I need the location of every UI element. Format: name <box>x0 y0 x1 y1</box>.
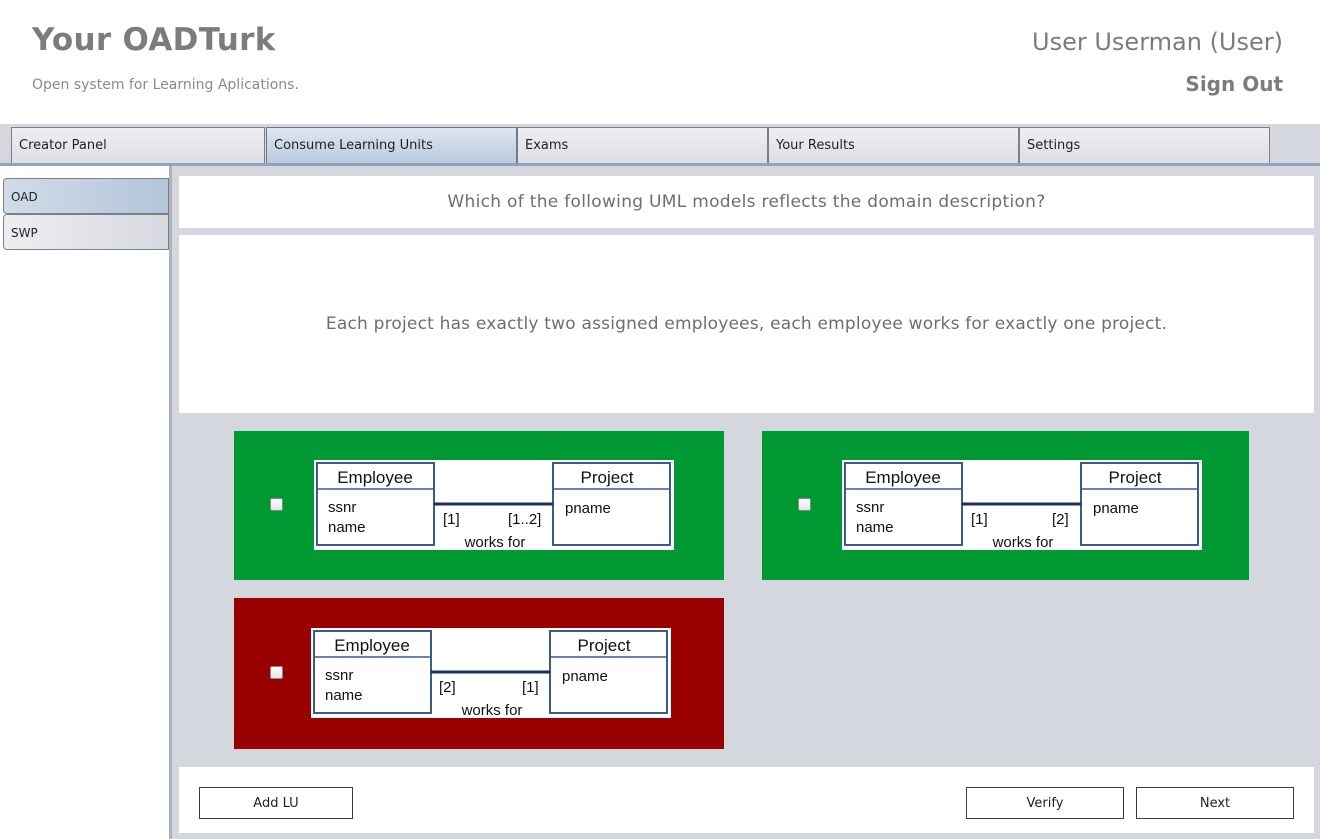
domain-description: Each project has exactly two assigned em… <box>179 235 1314 413</box>
uml-association-label: works for <box>461 702 523 718</box>
uml-class-b-name: Project <box>578 636 631 655</box>
verify-button[interactable]: Verify <box>966 787 1124 819</box>
uml-diagram-1: Employee ssnr name Project pname [1] [1.… <box>314 460 674 550</box>
uml-class-a-name: Employee <box>337 468 413 487</box>
uml-class-a-attr2: name <box>856 519 894 536</box>
tab-bar: Creator Panel Consume Learning Units Exa… <box>0 124 1320 166</box>
answer-option-2: Employee ssnr name Project pname [1] [2]… <box>762 431 1249 580</box>
uml-class-a-attr2: name <box>325 687 363 704</box>
tab-your-results[interactable]: Your Results <box>768 127 1019 164</box>
uml-diagram-2: Employee ssnr name Project pname [1] [2]… <box>842 460 1202 550</box>
uml-multiplicity-left: [1] <box>971 511 988 528</box>
uml-multiplicity-right: [1..2] <box>508 511 541 528</box>
question-prompt: Which of the following UML models reflec… <box>179 176 1314 228</box>
uml-association-label: works for <box>464 534 526 550</box>
uml-class-b-attr1: pname <box>562 668 608 685</box>
tab-exams[interactable]: Exams <box>517 127 768 164</box>
uml-multiplicity-right: [1] <box>522 679 539 696</box>
uml-association-label: works for <box>992 534 1054 550</box>
sidebar-item-oad[interactable]: OAD <box>3 178 169 214</box>
uml-class-b-name: Project <box>1109 468 1162 487</box>
uml-class-a-attr1: ssnr <box>328 499 356 516</box>
app-header: Your OADTurk Open system for Learning Ap… <box>0 0 1320 124</box>
app-subtitle: Open system for Learning Aplications. <box>32 77 299 93</box>
tab-creator-panel[interactable]: Creator Panel <box>11 127 265 164</box>
tab-settings[interactable]: Settings <box>1019 127 1270 164</box>
answer-option-3: Employee ssnr name Project pname [2] [1]… <box>234 598 724 749</box>
answer-checkbox-3[interactable] <box>270 666 283 679</box>
sign-out-link[interactable]: Sign Out <box>1185 72 1283 96</box>
action-bar: Add LU Verify Next <box>179 767 1314 833</box>
uml-class-a-attr1: ssnr <box>325 667 353 684</box>
uml-class-b-name: Project <box>581 468 634 487</box>
user-name: User Userman (User) <box>1032 28 1283 56</box>
uml-multiplicity-left: [2] <box>439 679 456 696</box>
uml-class-a-attr2: name <box>328 519 366 536</box>
tab-consume-learning-units[interactable]: Consume Learning Units <box>266 127 517 164</box>
uml-class-a-attr1: ssnr <box>856 499 884 516</box>
next-button[interactable]: Next <box>1136 787 1294 819</box>
add-lu-button[interactable]: Add LU <box>199 787 353 819</box>
answer-checkbox-1[interactable] <box>270 498 283 511</box>
uml-class-b-attr1: pname <box>565 500 611 517</box>
uml-class-a-name: Employee <box>334 636 410 655</box>
sidebar-item-swp[interactable]: SWP <box>3 214 169 250</box>
answer-option-1: Employee ssnr name Project pname [1] [1.… <box>234 431 724 580</box>
uml-class-a-name: Employee <box>865 468 941 487</box>
uml-class-b-attr1: pname <box>1093 500 1139 517</box>
sidebar: OAD SWP <box>0 166 172 839</box>
uml-multiplicity-right: [2] <box>1052 511 1069 528</box>
uml-diagram-3: Employee ssnr name Project pname [2] [1]… <box>311 628 671 718</box>
app-title: Your OADTurk <box>32 22 276 58</box>
main-panel: Which of the following UML models reflec… <box>172 166 1320 839</box>
uml-multiplicity-left: [1] <box>443 511 460 528</box>
answer-checkbox-2[interactable] <box>798 498 811 511</box>
